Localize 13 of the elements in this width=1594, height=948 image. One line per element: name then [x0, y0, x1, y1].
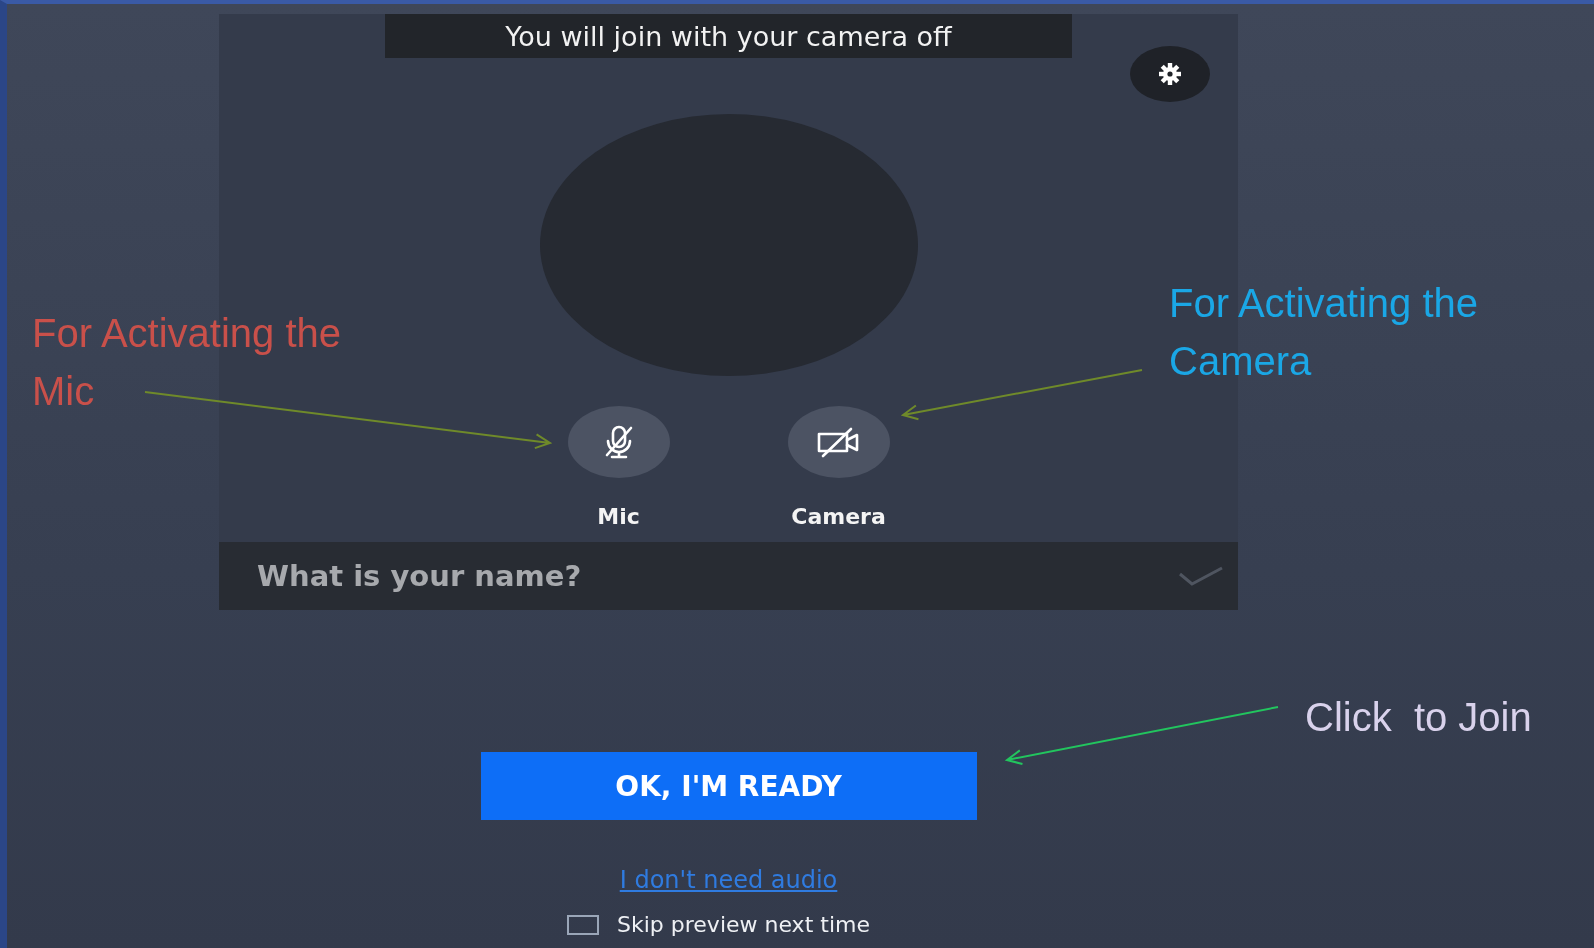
checkmark-icon [1178, 566, 1224, 586]
annotation-text: Click to Join [1305, 694, 1533, 741]
device-label: Mic [597, 504, 640, 529]
no-audio-link[interactable]: I don't need audio [619, 866, 838, 894]
annotation-text: For Activating the Camera [1169, 280, 1480, 385]
join-button[interactable]: OK, I'M READY [480, 752, 977, 820]
annotation-text: For Activating the Mic [32, 310, 343, 415]
settings-icon [1158, 62, 1182, 86]
name-field[interactable]: What is your name? [219, 542, 1238, 610]
skip-preview-label: Skip preview next time [617, 912, 870, 937]
skip-preview-checkbox[interactable] [567, 914, 600, 935]
device-label: Camera [791, 504, 886, 529]
camera-off-banner: You will join with your camera off [385, 14, 1072, 58]
